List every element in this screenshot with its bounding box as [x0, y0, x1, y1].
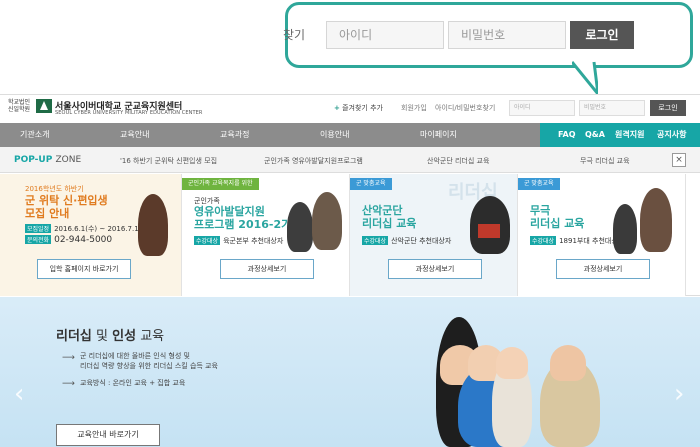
admission-homepage-button[interactable]: 입학 홈페이지 바로가기 — [37, 259, 131, 279]
card-title-line2: 프로그램 2016-2기 — [194, 218, 292, 231]
card-contact: 문의전화 02-944-5000 — [25, 235, 112, 245]
student-photo — [613, 204, 637, 254]
university-logo-icon[interactable] — [36, 99, 52, 113]
family-photo — [287, 202, 313, 252]
card-mugeuk: 군 맞춤교육 무극 리더십 교육 수강대상 1891부대 추천대상자 과정상세보기 — [518, 174, 686, 296]
card-tag: 군 맞춤교육 — [350, 178, 392, 190]
popup-zone-title: POP-UP ZONE — [14, 155, 81, 165]
card-title-line2: 리더십 교육 — [362, 217, 417, 230]
popup-cards: 2016학년도 하반기 군 위탁 신·편입생 모집 안내 모집일정 2016.6.… — [0, 174, 700, 296]
website-frame: 학교법인 신일학원 서울사이버대학교 군교육지원센터 SEOUL CYBER U… — [0, 94, 700, 447]
nav-remote-support[interactable]: 원격지원 — [615, 123, 644, 147]
course-detail-button[interactable]: 과정상세보기 — [388, 259, 482, 279]
arrow-right-icon: ⟶ — [62, 379, 75, 389]
popup-zone-bar: POP-UP ZONE '16 하반기 군위탁 신편입생 모집 군인가족 영유아… — [0, 147, 700, 173]
nav-faq[interactable]: FAQ — [558, 123, 576, 147]
banner-title: 리더십 및 인성 교육 — [56, 325, 164, 344]
card-title-line1: 무극 — [530, 204, 551, 217]
students-group-photo — [400, 297, 700, 447]
popup-tab-family-program[interactable]: 군인가족 영유아발달지원프로그램 — [264, 156, 363, 166]
close-icon[interactable]: × — [672, 153, 686, 167]
banner-title-mid: 및 — [96, 329, 108, 344]
nav-item-mypage[interactable]: 마이페이지 — [420, 123, 457, 147]
card-mountain-corps: 군 맞춤교육 리더십 산악군단 리더십 교육 수강대상 산악군단 추천대상자 과정… — [350, 174, 518, 296]
banner-line3: 교육방식 : 온라인 교육 + 집합 교육 — [80, 379, 186, 387]
book-icon — [478, 224, 500, 238]
banner-title-b: 인성 — [112, 329, 137, 344]
target-label: 수강대상 — [194, 236, 221, 245]
nav-item-about[interactable]: 기관소개 — [20, 123, 49, 147]
target-value: 산악군단 추천대상자 — [391, 237, 452, 245]
popup-tab-recruitment[interactable]: '16 하반기 군위탁 신편입생 모집 — [120, 156, 217, 166]
callout-pointer — [572, 60, 598, 94]
banner-title-c: 교육 — [140, 329, 165, 344]
header: 학교법인 신일학원 서울사이버대학교 군교육지원센터 SEOUL CYBER U… — [0, 95, 700, 123]
schedule-label: 모집일정 — [25, 224, 52, 233]
nav-item-education-guide[interactable]: 교육안내 — [120, 123, 149, 147]
popup-tab-mugeuk[interactable]: 무극 리더십 교육 — [580, 156, 630, 166]
education-guide-button[interactable]: 교육안내 바로가기 — [56, 424, 160, 446]
card-title-line2: 모집 안내 — [25, 207, 70, 220]
card-tag: 군인가족 교육복지를 위한 — [182, 178, 259, 190]
quick-links: FAQ Q&A 원격지원 공지사항 — [540, 123, 700, 147]
find-link[interactable]: 찾기 — [283, 26, 305, 43]
header-id-input[interactable]: 아이디 — [509, 100, 575, 116]
main-nav: 기관소개 교육안내 교육과정 이용안내 마이페이지 FAQ Q&A 원격지원 공… — [0, 123, 700, 147]
popup-title-b: ZONE — [55, 155, 82, 165]
signup-link[interactable]: 회원가입 — [401, 103, 427, 113]
nav-qna[interactable]: Q&A — [585, 123, 605, 147]
plus-icon: + — [334, 104, 340, 112]
student-photo — [640, 188, 672, 252]
banner-line2: 리더십 역량 향상을 위한 리더십 스킬 습득 교육 — [80, 362, 218, 370]
nav-item-usage-guide[interactable]: 이용안내 — [320, 123, 349, 147]
header-login-button[interactable]: 로그인 — [650, 100, 686, 116]
foundation-label: 학교법인 신일학원 — [8, 99, 31, 113]
nav-item-courses[interactable]: 교육과정 — [220, 123, 249, 147]
header-password-input[interactable]: 비밀번호 — [579, 100, 645, 116]
site-subtitle: SEOUL CYBER UNIVERSITY MILITARY EDUCATIO… — [55, 110, 203, 116]
callout-login-button[interactable]: 로그인 — [570, 21, 634, 49]
family-photo — [312, 192, 342, 250]
card-schedule: 모집일정 2016.6.1(수) ~ 2016.7.12(화) — [25, 224, 155, 234]
favorite-link[interactable]: + 즐겨찾기 추가 — [334, 103, 383, 113]
course-detail-button[interactable]: 과정상세보기 — [556, 259, 650, 279]
card-tag: 군 맞춤교육 — [518, 178, 560, 190]
target-label: 수강대상 — [362, 236, 389, 245]
popup-tab-mountain-corps[interactable]: 산악군단 리더십 교육 — [427, 156, 489, 166]
main-banner: 리더십 및 인성 교육 ⟶ 군 리더십에 대한 올바른 인식 형성 및 리더십 … — [0, 297, 700, 447]
arrow-right-icon: ⟶ — [62, 353, 75, 363]
card-family-program: 군인가족 교육복지를 위한 군인가족 영유아발달지원 프로그램 2016-2기 … — [182, 174, 350, 296]
banner-line1: 군 리더십에 대한 올바른 인식 형성 및 — [80, 352, 190, 360]
contact-label: 문의전화 — [25, 235, 52, 244]
person-face — [496, 347, 528, 379]
card-recruitment: 2016학년도 하반기 군 위탁 신·편입생 모집 안내 모집일정 2016.6.… — [0, 174, 182, 296]
card-title-line2: 리더십 교육 — [530, 217, 585, 230]
target-label: 수강대상 — [530, 236, 557, 245]
target-value: 육군본부 추천대상자 — [223, 237, 284, 245]
find-account-link[interactable]: 아이디/비밀번호찾기 — [435, 103, 495, 113]
person-face — [550, 345, 586, 381]
card-target: 수강대상 육군본부 추천대상자 — [194, 236, 283, 246]
popup-title-a: POP-UP — [14, 155, 53, 165]
card-title-line1: 군 위탁 신·편입생 — [25, 194, 108, 207]
contact-value: 02-944-5000 — [54, 235, 113, 245]
card-target: 수강대상 1891부대 추천대상자 — [530, 236, 624, 246]
card-target: 수강대상 산악군단 추천대상자 — [362, 236, 451, 246]
card-title-line1: 산악군단 — [362, 204, 403, 217]
course-detail-button[interactable]: 과정상세보기 — [220, 259, 314, 279]
card-title-line1: 영유아발달지원 — [194, 205, 265, 218]
callout-password-input[interactable]: 비밀번호 — [448, 21, 566, 49]
nav-notice[interactable]: 공지사항 — [657, 123, 686, 147]
prev-arrow-icon[interactable]: ‹ — [14, 379, 24, 409]
student-photo — [138, 194, 168, 256]
card-subtitle: 2016학년도 하반기 — [25, 185, 84, 193]
favorite-label: 즐겨찾기 추가 — [342, 104, 383, 112]
banner-title-a: 리더십 — [56, 329, 92, 344]
callout-id-input[interactable]: 아이디 — [326, 21, 444, 49]
